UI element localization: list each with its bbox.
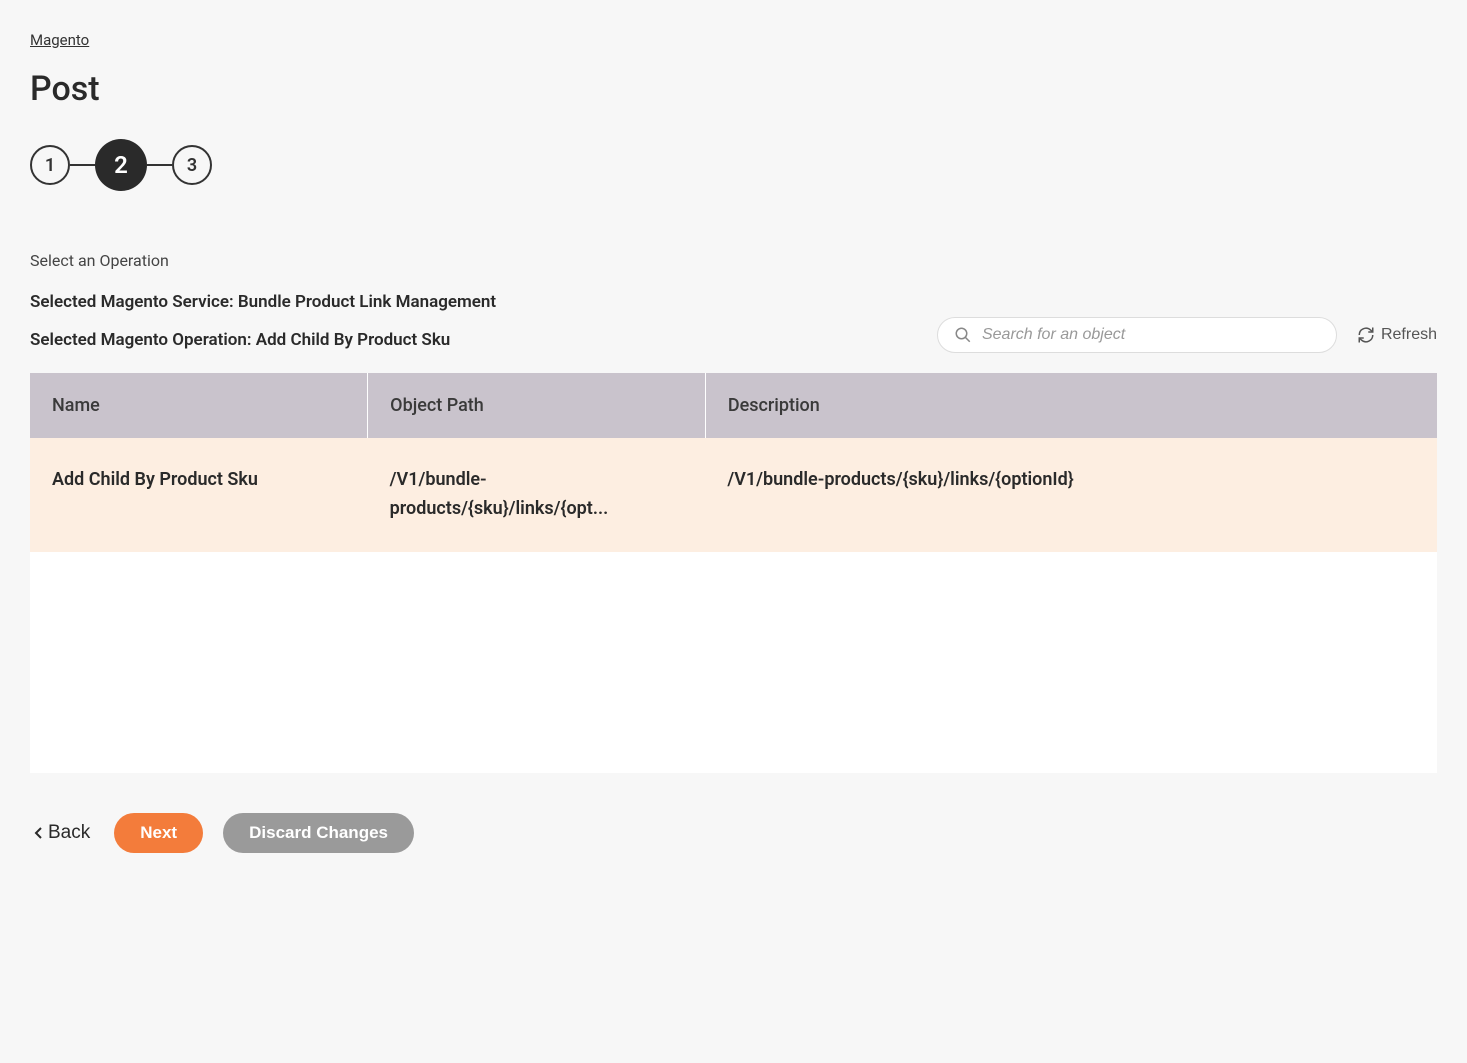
page-title: Post: [30, 69, 1437, 109]
info-row: Selected Magento Service: Bundle Product…: [30, 290, 1437, 353]
th-object-path[interactable]: Object Path: [368, 373, 706, 438]
table-row[interactable]: Add Child By Product Sku /V1/bundle-prod…: [30, 438, 1437, 552]
cell-description: /V1/bundle-products/{sku}/links/{optionI…: [705, 438, 1437, 552]
refresh-label: Refresh: [1381, 326, 1437, 344]
section-label: Select an Operation: [30, 251, 1437, 270]
th-description[interactable]: Description: [705, 373, 1437, 438]
stepper: 1 2 3: [30, 139, 1437, 191]
back-button[interactable]: Back: [30, 816, 94, 850]
step-1[interactable]: 1: [30, 145, 70, 185]
chevron-left-icon: [34, 826, 44, 840]
info-left: Selected Magento Service: Bundle Product…: [30, 290, 496, 353]
refresh-icon: [1357, 326, 1375, 344]
refresh-button[interactable]: Refresh: [1357, 326, 1437, 344]
breadcrumb: Magento: [30, 30, 1437, 49]
step-2[interactable]: 2: [95, 139, 147, 191]
operations-table: Name Object Path Description Add Child B…: [30, 373, 1437, 552]
step-line: [70, 164, 95, 166]
selected-service-text: Selected Magento Service: Bundle Product…: [30, 290, 496, 316]
selected-operation-text: Selected Magento Operation: Add Child By…: [30, 328, 496, 354]
step-line: [147, 164, 172, 166]
cell-name: Add Child By Product Sku: [30, 438, 368, 552]
table-container: Name Object Path Description Add Child B…: [30, 373, 1437, 773]
step-3[interactable]: 3: [172, 145, 212, 185]
back-label: Back: [48, 822, 90, 844]
th-name[interactable]: Name: [30, 373, 368, 438]
cell-object-path: /V1/bundle-products/{sku}/links/{opt...: [368, 438, 706, 552]
search-input[interactable]: [982, 326, 1320, 344]
discard-button[interactable]: Discard Changes: [223, 813, 414, 853]
search-icon: [954, 326, 972, 344]
search-wrap: [937, 317, 1337, 353]
info-right: Refresh: [937, 317, 1437, 353]
breadcrumb-root-link[interactable]: Magento: [30, 31, 89, 49]
footer-buttons: Back Next Discard Changes: [30, 813, 1437, 853]
next-button[interactable]: Next: [114, 813, 203, 853]
table-header-row: Name Object Path Description: [30, 373, 1437, 438]
